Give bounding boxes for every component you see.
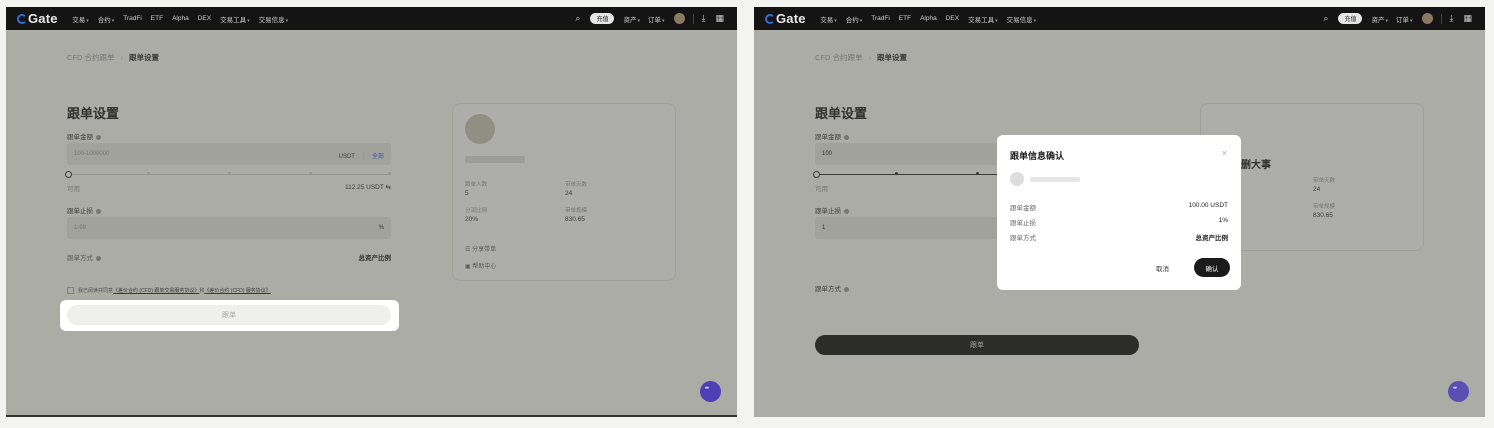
gate-logo-icon bbox=[765, 13, 775, 24]
nav-item-tradfi[interactable]: TradFi bbox=[871, 15, 890, 22]
nav-assets[interactable]: 资产▾ bbox=[623, 14, 640, 24]
top-nav: Gate 交易▾ 合约▾ TradFi ETF Alpha DEX 交易工具▾ … bbox=[6, 7, 737, 30]
nav-item-futures[interactable]: 合约▾ bbox=[846, 14, 863, 24]
grid-menu-icon[interactable]: ▦ bbox=[715, 13, 724, 24]
trader-name-placeholder bbox=[1030, 177, 1080, 182]
nav-item-futures[interactable]: 合约▾ bbox=[98, 14, 115, 24]
cancel-button[interactable]: 取消 bbox=[1156, 263, 1169, 273]
screen-after: Gate 交易▾ 合约▾ TradFi ETF Alpha DEX 交易工具▾ … bbox=[754, 7, 1485, 417]
nav-item-trade[interactable]: 交易▾ bbox=[72, 14, 89, 24]
search-icon[interactable]: ⌕ bbox=[1323, 13, 1328, 24]
deposit-button[interactable]: 充值 bbox=[1338, 13, 1363, 24]
confirm-button[interactable]: 确认 bbox=[1194, 258, 1230, 277]
modal-row-stop-loss: 跟单止损 1% bbox=[1010, 217, 1228, 227]
gate-logo-icon bbox=[17, 13, 27, 24]
download-icon[interactable]: ⤓ bbox=[702, 13, 706, 24]
dim-overlay bbox=[6, 30, 737, 417]
screen-before: Gate 交易▾ 合约▾ TradFi ETF Alpha DEX 交易工具▾ … bbox=[6, 7, 737, 417]
nav-item-trading-info[interactable]: 交易信息▾ bbox=[259, 14, 289, 24]
nav-item-trading-info[interactable]: 交易信息▾ bbox=[1007, 14, 1037, 24]
close-icon[interactable]: × bbox=[1222, 148, 1227, 158]
modal-row-amount: 跟单金额 100.00 USDT bbox=[1010, 202, 1228, 212]
nav-item-trade[interactable]: 交易▾ bbox=[820, 14, 837, 24]
nav-orders[interactable]: 订单▾ bbox=[1396, 14, 1413, 24]
nav-item-trading-tools[interactable]: 交易工具▾ bbox=[968, 14, 998, 24]
submit-copy-button[interactable]: 跟单 bbox=[67, 305, 391, 325]
nav-orders[interactable]: 订单▾ bbox=[648, 14, 665, 24]
nav-item-alpha[interactable]: Alpha bbox=[920, 15, 937, 22]
nav-item-etf[interactable]: ETF bbox=[899, 15, 911, 22]
nav-divider bbox=[1440, 13, 1442, 24]
deposit-button[interactable]: 充值 bbox=[590, 13, 615, 24]
top-nav: Gate 交易▾ 合约▾ TradFi ETF Alpha DEX 交易工具▾ … bbox=[754, 7, 1485, 30]
nav-item-dex[interactable]: DEX bbox=[198, 15, 211, 22]
nav-item-trading-tools[interactable]: 交易工具▾ bbox=[220, 14, 250, 24]
modal-row-mode: 跟单方式 总资产比例 bbox=[1010, 235, 1228, 242]
trader-avatar bbox=[1010, 172, 1024, 186]
grid-menu-icon[interactable]: ▦ bbox=[1463, 13, 1472, 24]
nav-assets[interactable]: 资产▾ bbox=[1371, 14, 1388, 24]
nav-divider bbox=[692, 13, 694, 24]
bottom-edge bbox=[6, 415, 737, 417]
nav-item-etf[interactable]: ETF bbox=[151, 15, 163, 22]
modal-title: 跟单信息确认 bbox=[1010, 151, 1065, 161]
gate-logo[interactable]: Gate bbox=[17, 11, 58, 26]
nav-item-alpha[interactable]: Alpha bbox=[172, 15, 189, 22]
user-avatar[interactable] bbox=[1421, 13, 1433, 24]
chat-support-icon[interactable] bbox=[1448, 381, 1469, 402]
nav-item-dex[interactable]: DEX bbox=[946, 15, 959, 22]
gate-logo[interactable]: Gate bbox=[765, 11, 806, 26]
nav-item-tradfi[interactable]: TradFi bbox=[123, 15, 142, 22]
search-icon[interactable]: ⌕ bbox=[575, 13, 580, 24]
chat-support-icon[interactable] bbox=[700, 381, 721, 402]
user-avatar[interactable] bbox=[673, 13, 685, 24]
download-icon[interactable]: ⤓ bbox=[1450, 13, 1454, 24]
